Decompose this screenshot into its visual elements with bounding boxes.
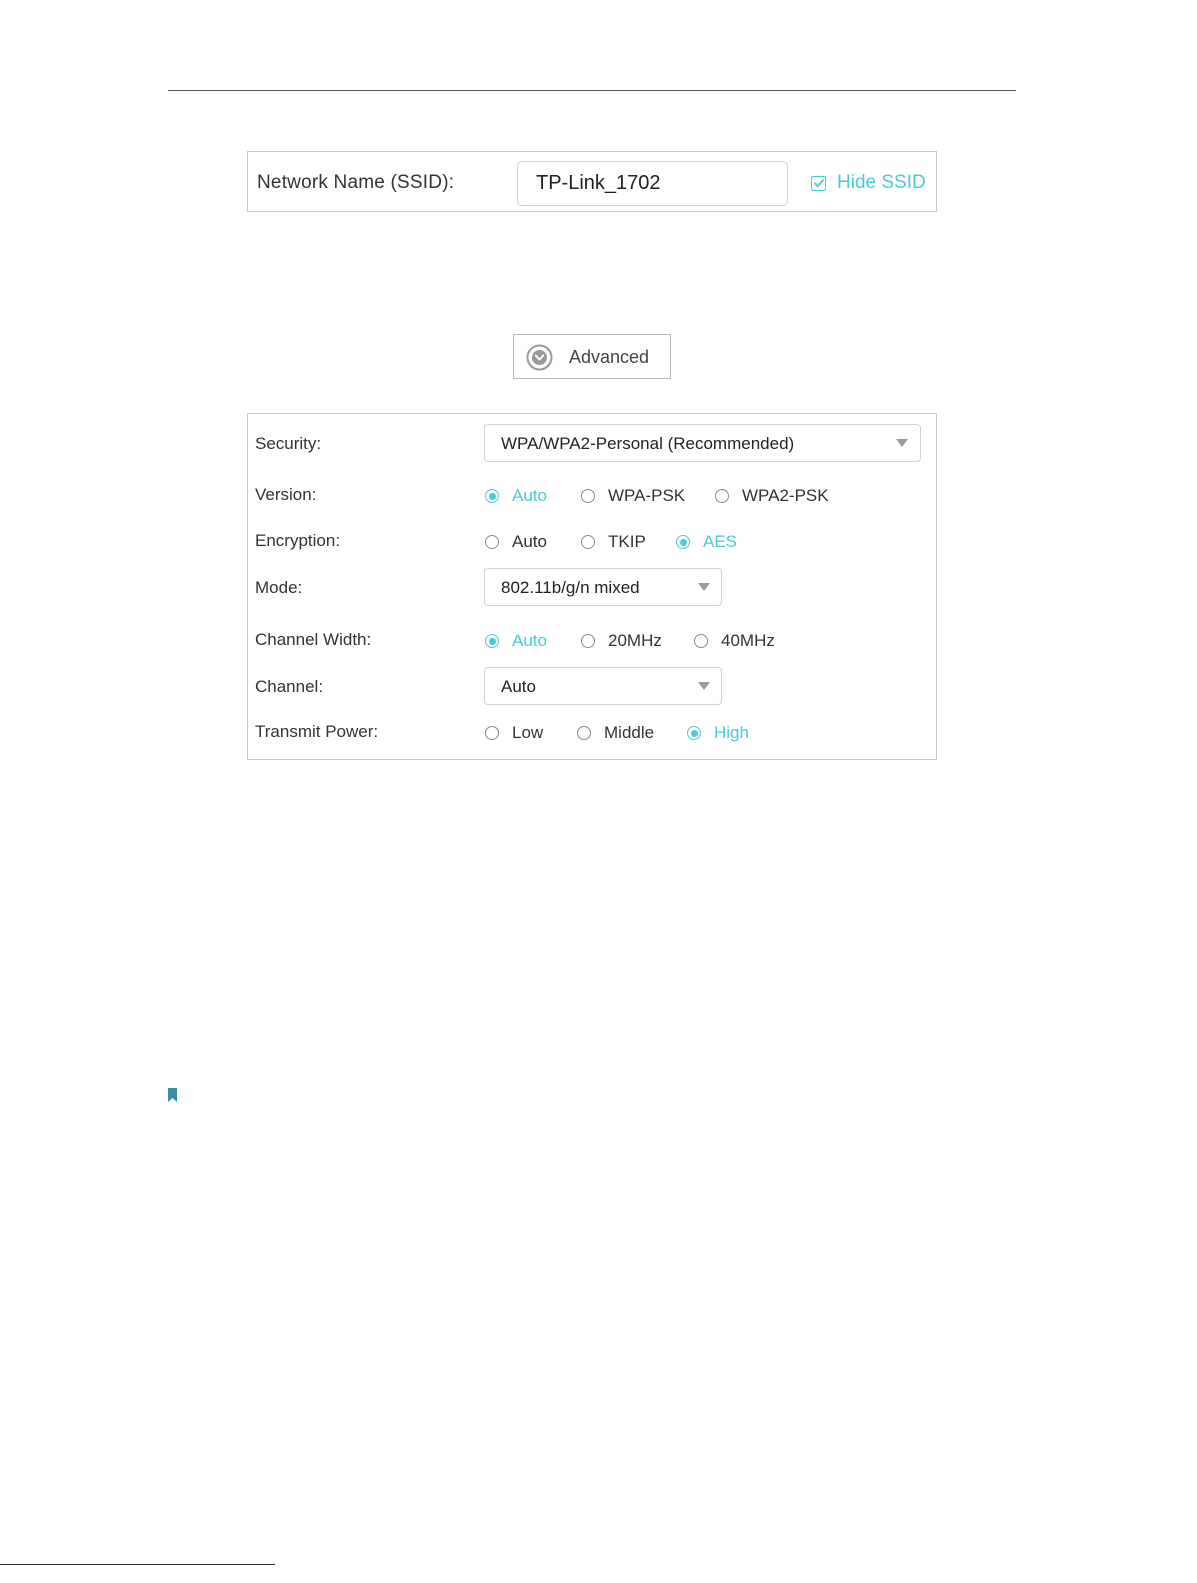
- dropdown-arrow-icon: [896, 439, 908, 447]
- dropdown-arrow-icon: [698, 583, 710, 591]
- version-option-label[interactable]: WPA2-PSK: [742, 486, 829, 506]
- channel-label: Channel:: [255, 677, 324, 696]
- radio-unselected-icon[interactable]: [694, 634, 708, 648]
- version-option-label[interactable]: WPA-PSK: [608, 486, 685, 506]
- version-label: Version:: [255, 485, 317, 504]
- channel-width-option-label[interactable]: Auto: [512, 631, 547, 651]
- version-radio-wpa2-psk[interactable]: WPA2-PSK: [715, 486, 829, 506]
- transmit-power-option-label[interactable]: Middle: [604, 723, 654, 743]
- advanced-label[interactable]: Advanced: [569, 347, 649, 368]
- radio-selected-icon[interactable]: [485, 489, 499, 503]
- channel-width-radio-auto[interactable]: Auto: [485, 631, 547, 651]
- ssid-panel: Network Name (SSID): TP-Link_1702 Hide S…: [247, 151, 937, 212]
- encryption-radio-tkip[interactable]: TKIP: [581, 532, 646, 552]
- version-option-label[interactable]: Auto: [512, 486, 547, 506]
- channel-select[interactable]: Auto: [484, 667, 722, 705]
- radio-unselected-icon[interactable]: [581, 634, 595, 648]
- chevron-down-circle-icon[interactable]: [526, 344, 553, 371]
- checkbox-checked-icon[interactable]: [811, 175, 826, 191]
- transmit-power-radio-high[interactable]: High: [687, 723, 749, 743]
- mode-select[interactable]: 802.11b/g/n mixed: [484, 568, 722, 606]
- dropdown-arrow-icon: [698, 682, 710, 690]
- encryption-radio-aes[interactable]: AES: [676, 532, 737, 552]
- radio-selected-icon[interactable]: [676, 535, 690, 549]
- channel-width-radio-20mhz[interactable]: 20MHz: [581, 631, 662, 651]
- channel-value: Auto: [501, 677, 536, 696]
- radio-selected-icon[interactable]: [485, 634, 499, 648]
- radio-unselected-icon[interactable]: [715, 489, 729, 503]
- security-label: Security:: [255, 434, 322, 453]
- channel-width-radio-40mhz[interactable]: 40MHz: [694, 631, 775, 651]
- radio-unselected-icon[interactable]: [485, 726, 499, 740]
- radio-unselected-icon[interactable]: [581, 489, 595, 503]
- wireless-settings-panel: Security: WPA/WPA2-Personal (Recommended…: [247, 413, 937, 760]
- hide-ssid-checkbox[interactable]: Hide SSID: [811, 172, 926, 194]
- transmit-power-radio-low[interactable]: Low: [485, 723, 543, 743]
- radio-selected-icon[interactable]: [687, 726, 701, 740]
- mode-value: 802.11b/g/n mixed: [501, 578, 640, 597]
- version-radio-wpa-psk[interactable]: WPA-PSK: [581, 486, 685, 506]
- encryption-option-label[interactable]: AES: [703, 532, 737, 552]
- encryption-option-label[interactable]: Auto: [512, 532, 547, 552]
- hide-ssid-label[interactable]: Hide SSID: [837, 172, 926, 194]
- ssid-label: Network Name (SSID):: [257, 172, 455, 193]
- transmit-power-radio-middle[interactable]: Middle: [577, 723, 654, 743]
- channel-width-option-label[interactable]: 40MHz: [721, 631, 775, 651]
- encryption-option-label[interactable]: TKIP: [608, 532, 646, 552]
- transmit-power-label: Transmit Power:: [255, 722, 379, 741]
- channel-width-option-label[interactable]: 20MHz: [608, 631, 662, 651]
- radio-unselected-icon[interactable]: [581, 535, 595, 549]
- transmit-power-option-label[interactable]: Low: [512, 723, 543, 743]
- mode-label: Mode:: [255, 578, 303, 597]
- version-radio-auto[interactable]: Auto: [485, 486, 547, 506]
- channel-width-label: Channel Width:: [255, 630, 372, 649]
- radio-unselected-icon[interactable]: [577, 726, 591, 740]
- advanced-button[interactable]: Advanced: [513, 334, 671, 379]
- encryption-radio-auto[interactable]: Auto: [485, 532, 547, 552]
- security-select[interactable]: WPA/WPA2-Personal (Recommended): [484, 424, 921, 462]
- ssid-input[interactable]: TP-Link_1702: [517, 161, 788, 206]
- security-value: WPA/WPA2-Personal (Recommended): [501, 434, 795, 453]
- header-divider: [168, 90, 1016, 91]
- radio-unselected-icon[interactable]: [485, 535, 499, 549]
- bookmark-icon: [168, 1088, 177, 1102]
- footer-divider: [0, 1564, 275, 1565]
- encryption-label: Encryption:: [255, 531, 341, 550]
- transmit-power-option-label[interactable]: High: [714, 723, 749, 743]
